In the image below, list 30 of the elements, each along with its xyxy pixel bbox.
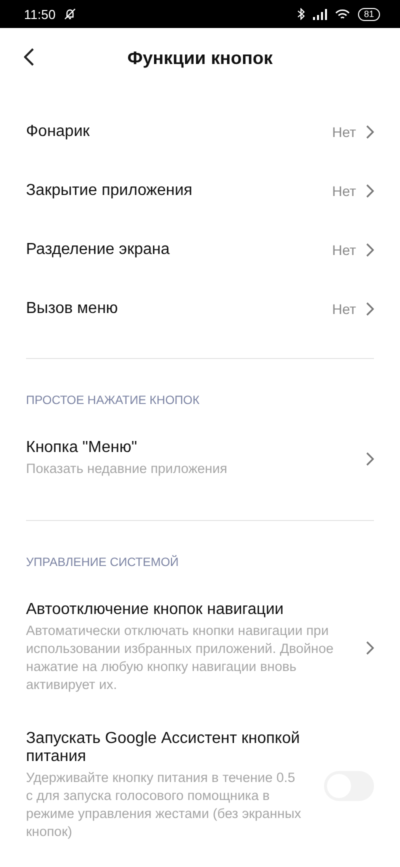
setting-value: Нет [332, 242, 356, 258]
setting-value: Нет [332, 182, 356, 198]
setting-description: Показать недавние приложения [26, 460, 228, 478]
chevron-icon [366, 452, 374, 466]
chevron-icon [366, 302, 374, 316]
section-header: ПРОСТОЕ НАЖАТИЕ КНОПОК [25, 392, 200, 409]
back-icon[interactable] [24, 48, 34, 66]
setting-description: Автоматически отключать кнопки навигации при использовании избранных приложений. Двойное нажатие на любую кнопку навигации вновь активирует их. [26, 622, 335, 694]
chevron-icon [366, 242, 374, 256]
setting-label[interactable]: Вызов меню [26, 300, 332, 318]
section-header: УПРАВЛЕНИЕ СИСТЕМОЙ [25, 554, 180, 571]
setting-label[interactable]: Закрытие приложения [26, 182, 332, 200]
status-time: 11:50 [24, 6, 56, 22]
setting-label[interactable]: Кнопка "Меню" [26, 439, 346, 457]
setting-label[interactable]: Разделение экрана [26, 240, 332, 258]
setting-label[interactable]: Фонарик [26, 122, 332, 140]
bluetooth-icon [296, 8, 305, 20]
setting-value: Нет [332, 300, 356, 316]
setting-label[interactable]: Запускать Google Ассистент кнопкой питания [26, 730, 304, 766]
page-title: Функции кнопок [127, 48, 273, 68]
wifi-icon [334, 8, 350, 20]
chevron-icon [366, 124, 374, 138]
setting-description: Удерживайте кнопку питания в течение 0.5 с для запуска голосового помощника в режиме управления жестами (без экранных кнопок) [26, 769, 302, 841]
battery-indicator: 81 [358, 8, 380, 20]
signal-icon [312, 8, 327, 20]
bell-off-icon [64, 8, 76, 20]
chevron-icon [366, 184, 374, 198]
setting-label[interactable]: Автоотключение кнопок навигации [26, 601, 346, 619]
chevron-icon [366, 640, 374, 654]
setting-value: Нет [332, 124, 356, 140]
